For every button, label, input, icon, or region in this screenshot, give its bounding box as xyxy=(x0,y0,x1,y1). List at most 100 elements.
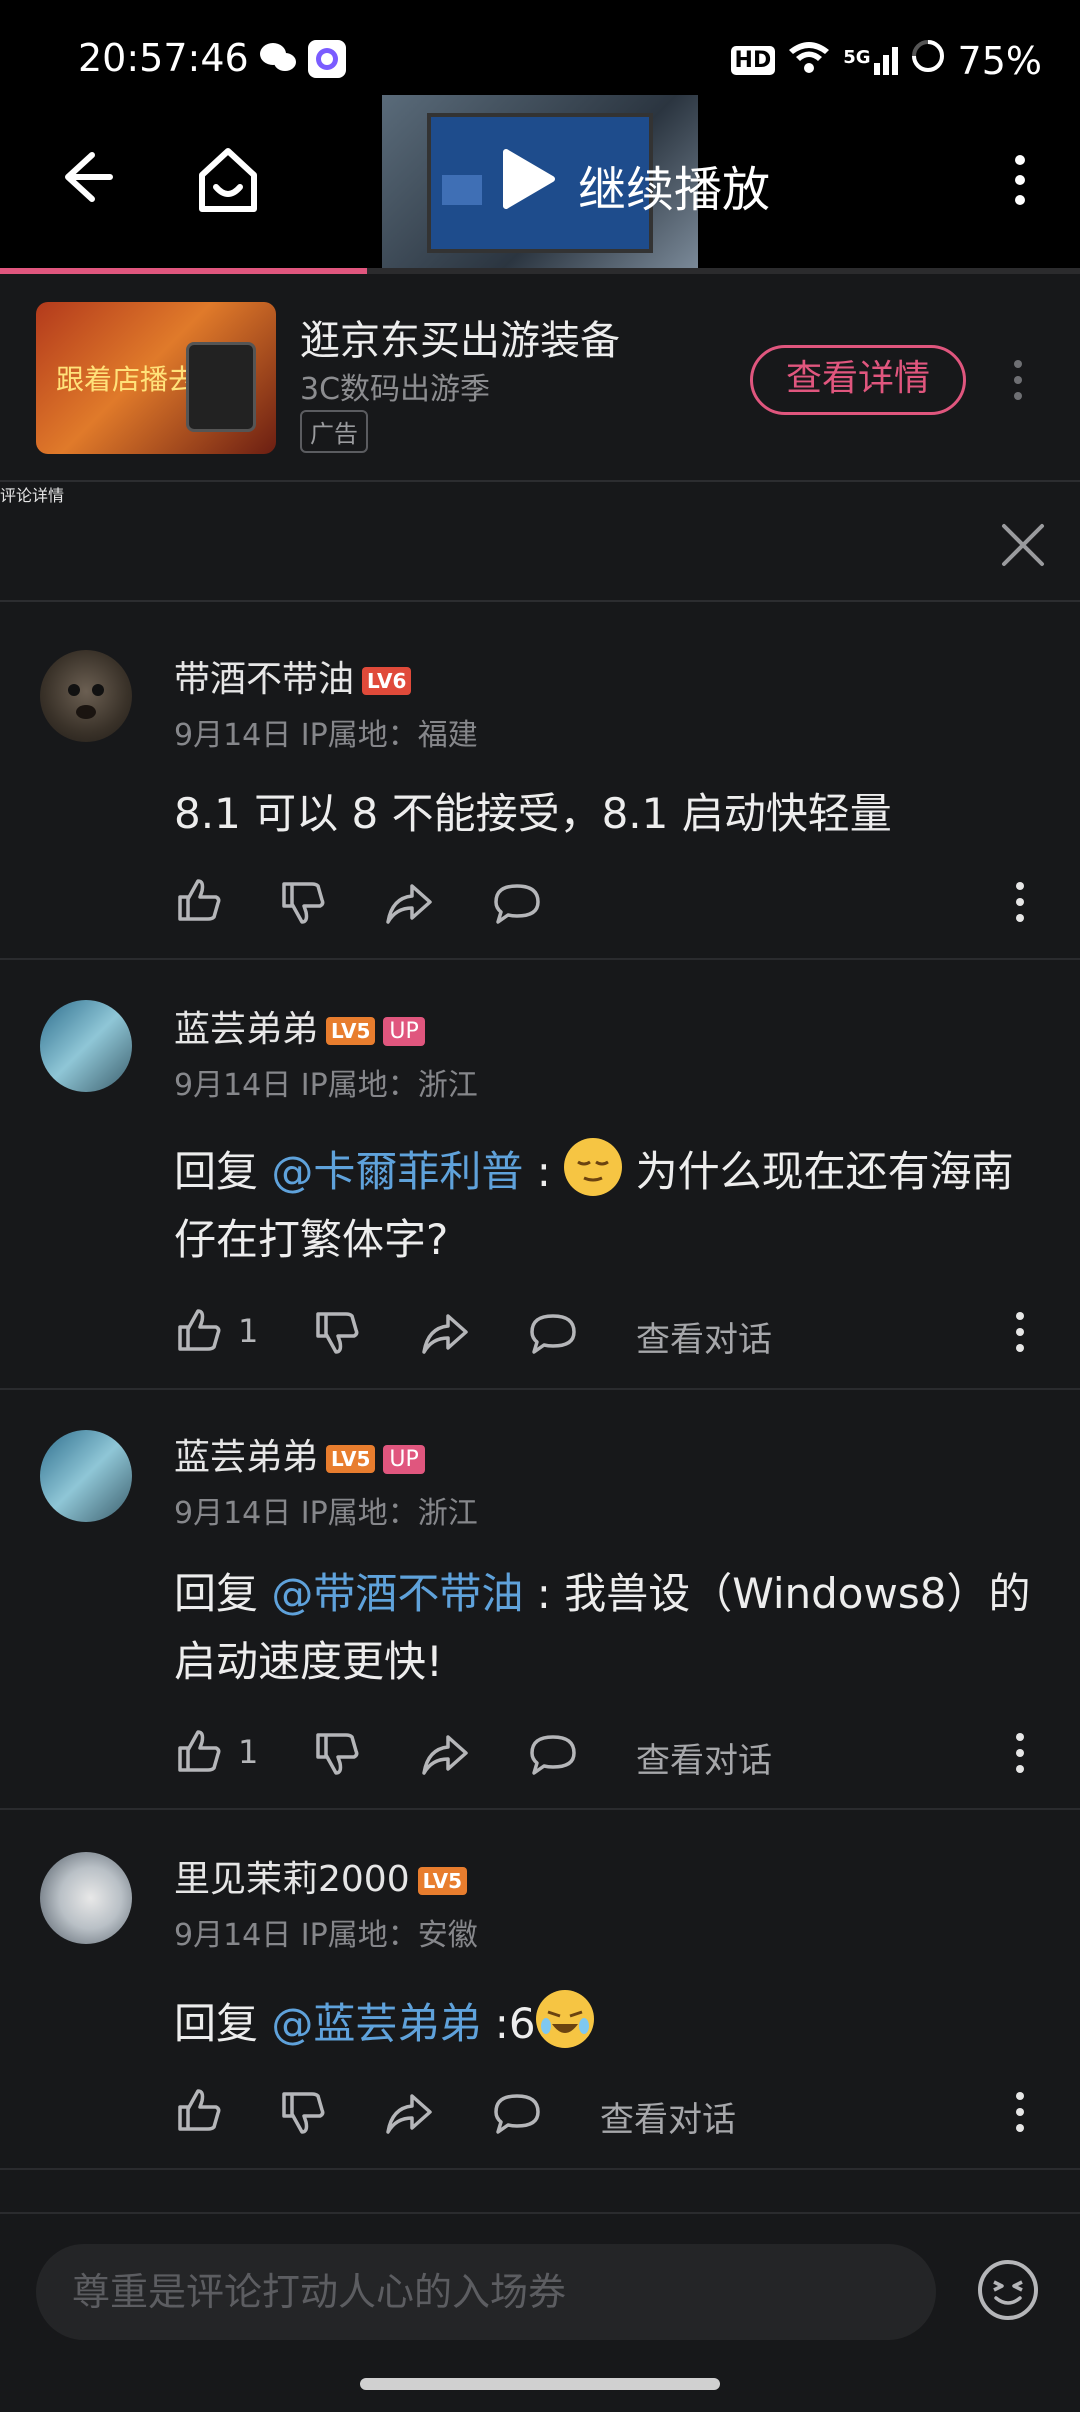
emoji-button[interactable] xyxy=(976,2258,1040,2322)
ad-image[interactable]: 跟着店播去出行 xyxy=(36,302,276,454)
share-icon xyxy=(422,1735,468,1775)
comment-meta: 9月14日 IP属地：浙江 xyxy=(174,1068,478,1103)
like-button[interactable] xyxy=(174,1726,224,1780)
username[interactable]: 里见茉莉2000 LV5 xyxy=(174,1850,468,1902)
close-icon xyxy=(1002,524,1044,566)
dislike-button[interactable] xyxy=(312,1308,362,1362)
share-button[interactable] xyxy=(420,1308,470,1362)
comment-meta: 9月14日 IP属地：安徽 xyxy=(174,1918,478,1953)
share-icon xyxy=(386,2094,432,2134)
wechat-icon xyxy=(258,40,298,80)
reply-prefix: 回复 xyxy=(174,1147,272,1196)
ad-image-device xyxy=(186,342,256,432)
back-button[interactable] xyxy=(52,145,116,209)
like-count: 1 xyxy=(238,1733,259,1771)
comment-more-button[interactable] xyxy=(1008,880,1032,928)
view-conversation-link[interactable]: 查看对话 xyxy=(636,1312,772,1361)
username-text[interactable]: 里见茉莉2000 xyxy=(174,1859,410,1900)
username-text[interactable]: 蓝芸弟弟 xyxy=(174,1437,318,1478)
mention-link[interactable]: @蓝芸弟弟 xyxy=(271,1999,481,2048)
status-right: HD 5G 75% xyxy=(730,38,1042,83)
more-menu-button[interactable] xyxy=(1000,150,1040,210)
more-vertical-icon xyxy=(1016,1733,1024,1773)
share-button[interactable] xyxy=(384,2088,434,2142)
hd-icon: HD xyxy=(730,46,776,75)
reply-button[interactable] xyxy=(528,1729,578,1783)
cellular-signal-icon: 5G xyxy=(843,46,898,75)
avatar[interactable] xyxy=(40,650,132,742)
more-vertical-icon xyxy=(1014,360,1022,400)
view-conversation-link[interactable]: 查看对话 xyxy=(636,1733,772,1782)
up-badge: UP xyxy=(383,1016,425,1046)
username[interactable]: 蓝芸弟弟 LV5 UP xyxy=(174,1428,425,1480)
emoji-face-icon xyxy=(978,2260,1038,2320)
comment-body: 回复 @蓝芸弟弟 :6 xyxy=(174,1990,1034,2058)
avatar[interactable] xyxy=(40,1000,132,1092)
reply-button[interactable] xyxy=(492,878,542,932)
share-button[interactable] xyxy=(384,878,434,932)
more-vertical-icon xyxy=(1016,2092,1024,2132)
home-icon xyxy=(199,148,257,212)
level-badge: LV6 xyxy=(362,667,412,695)
comment-meta: 9月14日 IP属地：福建 xyxy=(174,718,478,753)
reply-separator: : xyxy=(481,1999,509,2048)
reply-prefix: 回复 xyxy=(174,1569,272,1618)
crying-laughing-emoji-icon xyxy=(535,1990,594,2048)
thumbs-up-icon xyxy=(178,1730,221,1772)
thumbs-down-icon xyxy=(316,1312,359,1354)
dislike-button[interactable] xyxy=(312,1729,362,1783)
up-badge: UP xyxy=(383,1444,425,1474)
reply-button[interactable] xyxy=(492,2088,542,2142)
level-badge: LV5 xyxy=(326,1017,376,1045)
more-vertical-icon xyxy=(1015,155,1025,205)
reply-button[interactable] xyxy=(528,1308,578,1362)
level-badge: LV5 xyxy=(326,1445,376,1473)
comment-more-button[interactable] xyxy=(1008,1731,1032,1779)
thumbs-up-icon xyxy=(178,879,221,921)
username-text[interactable]: 蓝芸弟弟 xyxy=(174,1009,318,1050)
ad-view-details-button[interactable]: 查看详情 xyxy=(750,345,966,415)
comment-more-button[interactable] xyxy=(1008,1310,1032,1358)
comment-body: 8.1 可以 8 不能接受，8.1 启动快轻量 xyxy=(174,789,892,838)
level-badge: LV5 xyxy=(417,1867,468,1895)
status-bar: 20:57:46 HD 5G 75% xyxy=(0,0,1080,95)
like-button[interactable] xyxy=(174,1305,224,1359)
reply-prefix: 回复 xyxy=(174,1999,272,2048)
username-text[interactable]: 带酒不带油 xyxy=(174,659,354,700)
like-button[interactable] xyxy=(174,875,224,929)
ad-more-button[interactable] xyxy=(1006,358,1030,402)
play-icon[interactable] xyxy=(498,148,556,210)
arrow-left-icon xyxy=(65,152,113,202)
username[interactable]: 蓝芸弟弟 LV5 UP xyxy=(174,1000,425,1052)
comment-bubble-icon xyxy=(494,2094,540,2134)
ad-title[interactable]: 逛京东买出游装备 xyxy=(300,308,620,366)
continue-play-label[interactable]: 继续播放 xyxy=(578,150,770,220)
home-indicator[interactable] xyxy=(360,2378,720,2390)
avatar[interactable] xyxy=(40,1852,132,1944)
comment-bubble-icon xyxy=(530,1735,576,1775)
mention-link[interactable]: @带酒不带油 xyxy=(271,1569,523,1618)
ad-tag: 广告 xyxy=(300,410,368,453)
comment-more-button[interactable] xyxy=(1008,2090,1032,2138)
thumbnail-window xyxy=(442,175,482,205)
dislike-button[interactable] xyxy=(278,878,328,932)
comment-bubble-icon xyxy=(530,1314,576,1354)
status-time: 20:57:46 xyxy=(78,36,249,80)
comment-input[interactable]: 尊重是评论打动人心的入场券 xyxy=(36,2244,936,2340)
close-button[interactable] xyxy=(998,520,1048,570)
username[interactable]: 带酒不带油 LV6 xyxy=(174,650,412,702)
wifi-icon xyxy=(787,39,831,83)
share-button[interactable] xyxy=(420,1729,470,1783)
dislike-button[interactable] xyxy=(278,2088,328,2142)
battery-icon xyxy=(910,38,946,83)
avatar[interactable] xyxy=(40,1430,132,1522)
mention-link[interactable]: @卡爾菲利普 xyxy=(271,1147,523,1196)
comment-meta: 9月14日 IP属地：浙江 xyxy=(174,1496,478,1531)
share-icon xyxy=(422,1314,468,1354)
comment-body: 回复 @卡爾菲利普 : 为什么现在还有海南仔在打繁体字? xyxy=(174,1138,1034,1274)
home-button[interactable] xyxy=(196,145,260,215)
like-button[interactable] xyxy=(174,2085,224,2139)
more-vertical-icon xyxy=(1016,882,1024,922)
like-count: 1 xyxy=(238,1312,259,1350)
view-conversation-link[interactable]: 查看对话 xyxy=(600,2092,736,2141)
